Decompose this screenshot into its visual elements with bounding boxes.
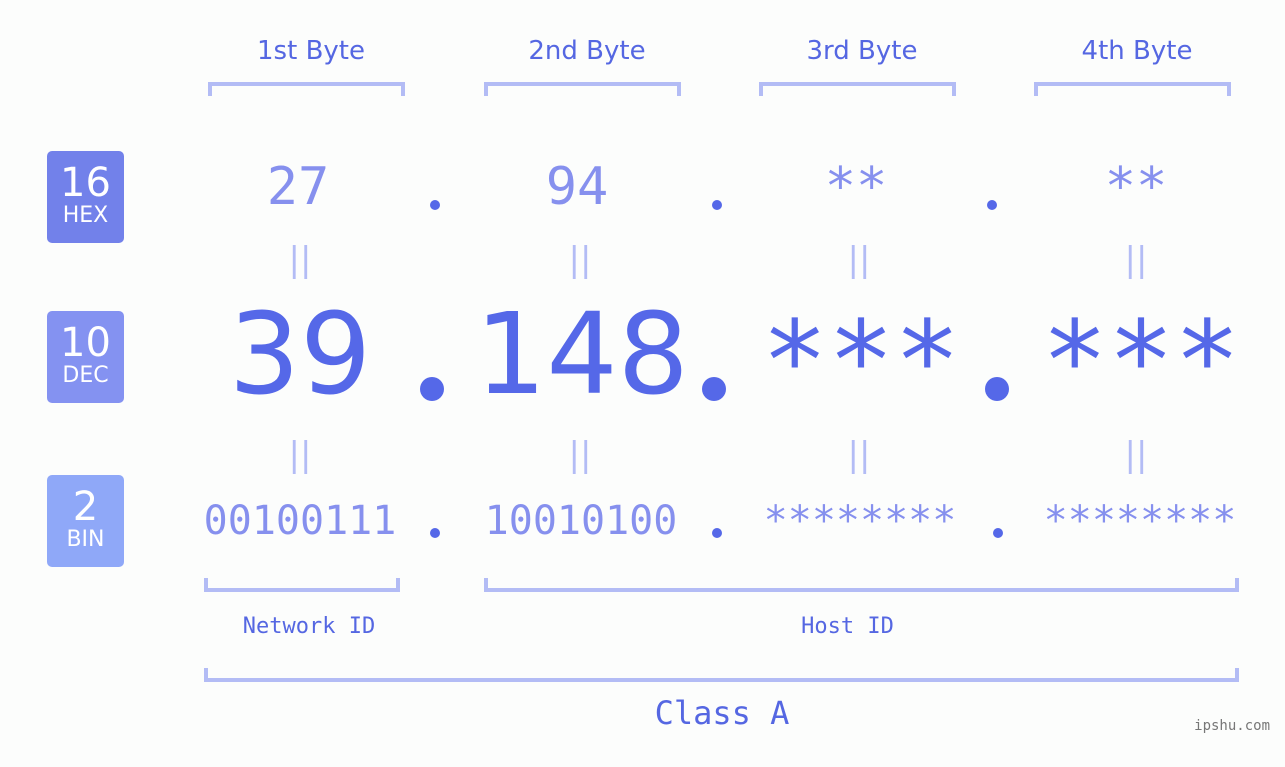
- dec-dot-1: [420, 377, 444, 401]
- hex-dot-2: [712, 200, 722, 210]
- bin-base-number: 2: [72, 484, 99, 530]
- byte-bracket-1: [208, 82, 405, 96]
- byte-title-4: 4th Byte: [1081, 36, 1193, 66]
- byte-bracket-3: [759, 82, 956, 96]
- dec-dot-2: [702, 377, 726, 401]
- class-label: Class A: [654, 694, 790, 732]
- network-id-bracket: [204, 578, 400, 592]
- dec-dot-3: [985, 377, 1009, 401]
- hex-dot-3: [987, 200, 997, 210]
- bin-byte-3: ********: [763, 498, 957, 544]
- class-bracket: [204, 668, 1239, 682]
- byte-bracket-2: [484, 82, 681, 96]
- bin-dot-3: [993, 528, 1003, 538]
- hex-badge: 16 HEX: [47, 151, 124, 243]
- network-id-label: Network ID: [242, 614, 376, 639]
- equals-hex-dec-3: ||: [847, 240, 871, 280]
- hex-byte-4: **: [1104, 157, 1168, 217]
- dec-byte-2: 148: [475, 290, 689, 420]
- host-id-bracket: [484, 578, 1239, 592]
- bin-byte-1: 00100111: [203, 498, 397, 544]
- bin-base-label: BIN: [66, 527, 105, 552]
- equals-dec-bin-4: ||: [1124, 435, 1148, 475]
- bin-dot-1: [430, 528, 440, 538]
- dec-badge: 10 DEC: [47, 311, 124, 403]
- dec-byte-3: ***: [761, 297, 961, 425]
- bin-badge: 2 BIN: [47, 475, 124, 567]
- byte-bracket-4: [1034, 82, 1231, 96]
- bin-byte-2: 10010100: [484, 498, 678, 544]
- dec-byte-4: ***: [1041, 297, 1241, 425]
- equals-hex-dec-2: ||: [568, 240, 592, 280]
- byte-title-3: 3rd Byte: [806, 36, 918, 66]
- byte-title-1: 1st Byte: [257, 36, 365, 66]
- equals-hex-dec-1: ||: [288, 240, 312, 280]
- hex-dot-1: [430, 200, 440, 210]
- bin-byte-4: ********: [1043, 498, 1237, 544]
- dec-base-label: DEC: [62, 363, 109, 388]
- dec-base-number: 10: [60, 320, 111, 366]
- hex-base-label: HEX: [62, 203, 109, 228]
- equals-hex-dec-4: ||: [1124, 240, 1148, 280]
- equals-dec-bin-2: ||: [568, 435, 592, 475]
- site-watermark: ipshu.com: [1194, 718, 1270, 734]
- hex-byte-1: 27: [266, 157, 330, 217]
- bin-dot-2: [712, 528, 722, 538]
- equals-dec-bin-1: ||: [288, 435, 312, 475]
- equals-dec-bin-3: ||: [847, 435, 871, 475]
- hex-byte-3: **: [824, 157, 888, 217]
- hex-byte-2: 94: [545, 157, 609, 217]
- byte-title-2: 2nd Byte: [528, 36, 646, 66]
- hex-base-number: 16: [60, 160, 111, 206]
- dec-byte-1: 39: [228, 290, 372, 420]
- host-id-label: Host ID: [801, 614, 894, 639]
